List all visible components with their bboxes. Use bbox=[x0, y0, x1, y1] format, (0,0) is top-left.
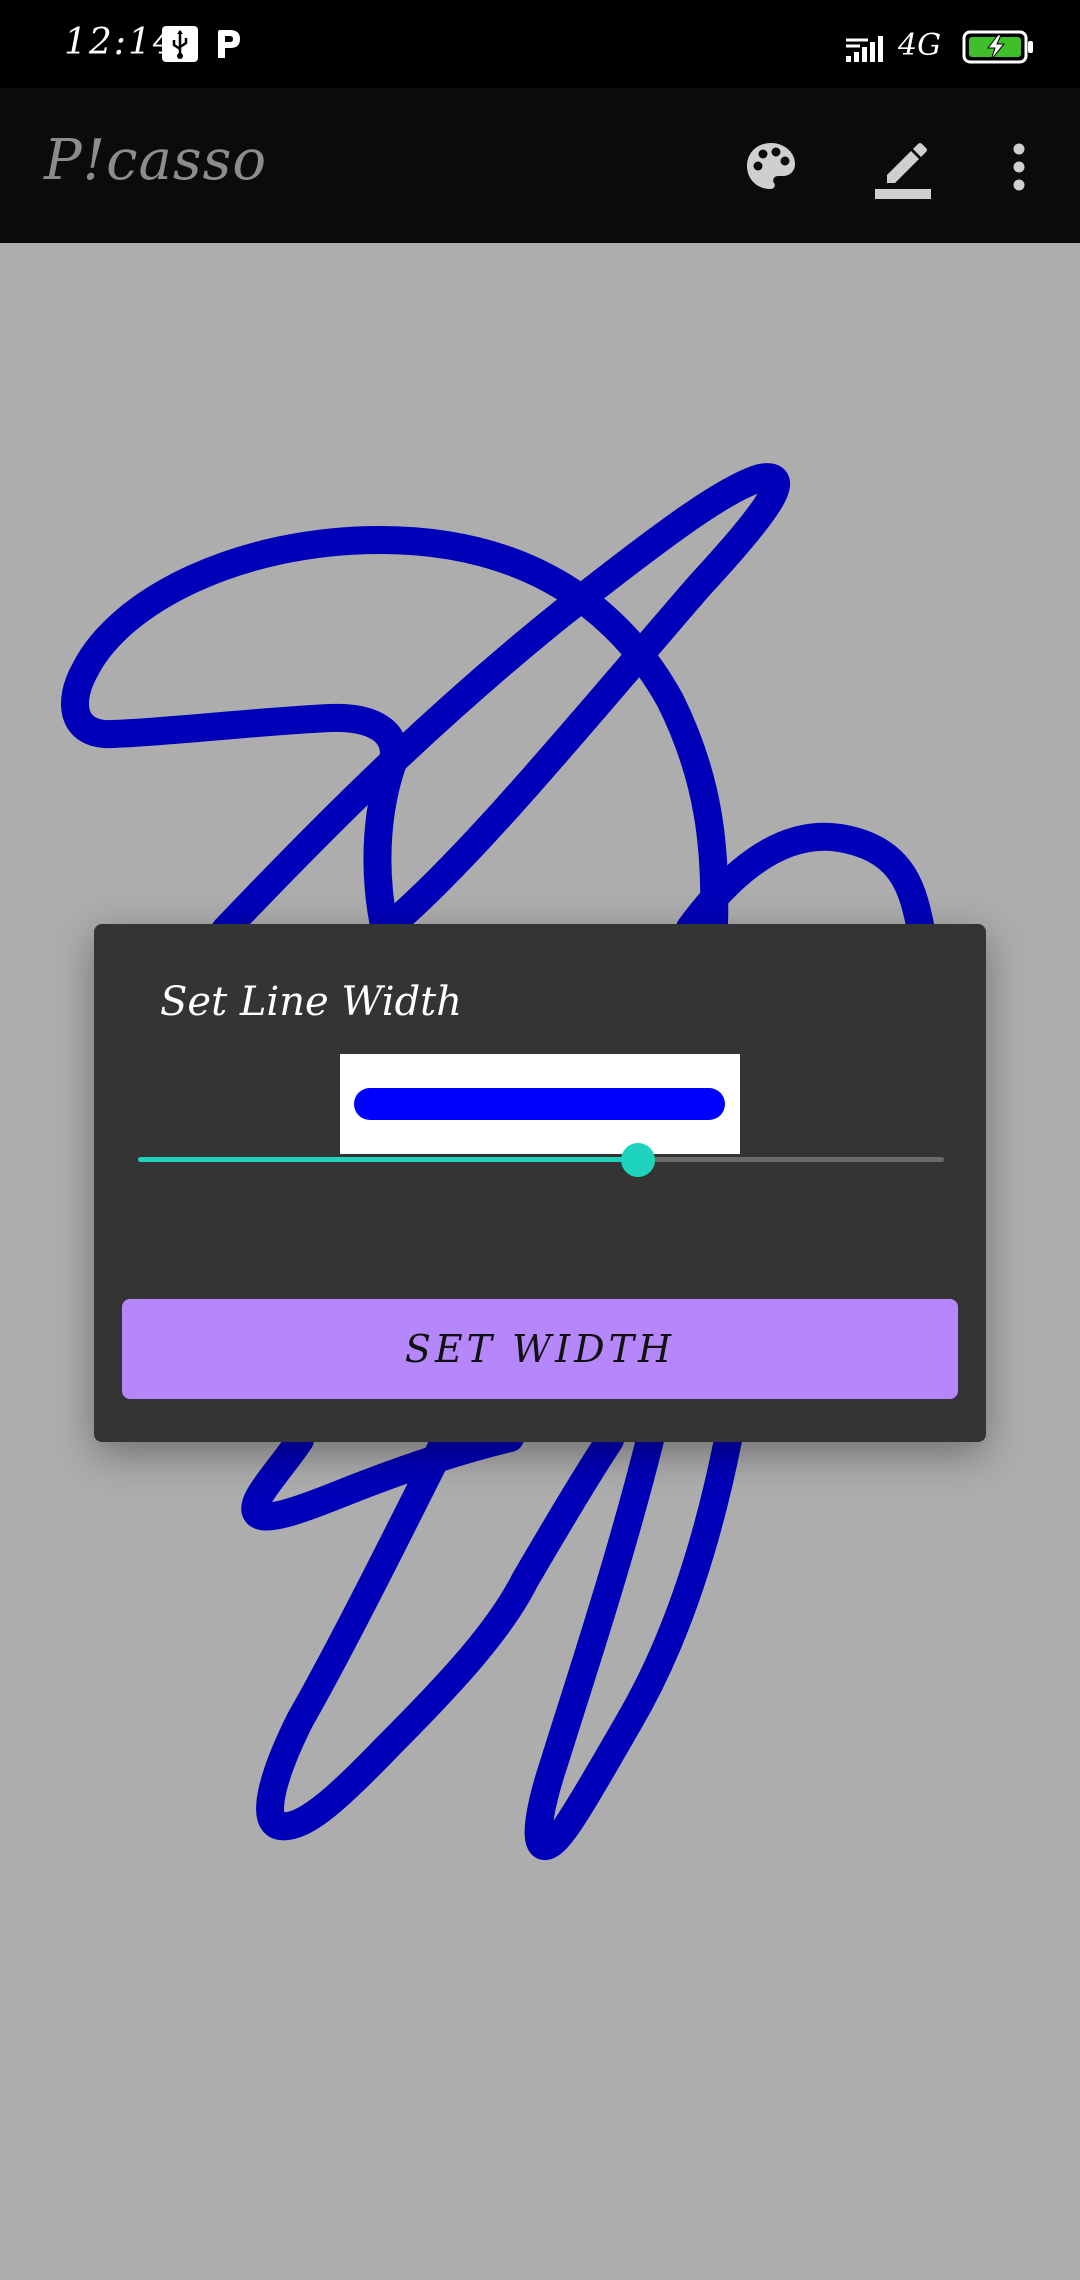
p-notification-icon bbox=[214, 26, 244, 66]
battery-charging-icon bbox=[962, 30, 1034, 68]
network-type: 4G bbox=[898, 28, 942, 63]
palette-icon[interactable] bbox=[736, 132, 806, 202]
line-width-dialog: Set Line Width SET WIDTH bbox=[94, 924, 986, 1442]
stroke-path bbox=[241, 1424, 524, 1531]
line-width-slider[interactable] bbox=[138, 1114, 944, 1210]
pen-width-icon[interactable] bbox=[868, 132, 938, 202]
app-title: P!casso bbox=[44, 128, 268, 193]
dialog-title: Set Line Width bbox=[160, 979, 463, 1025]
set-width-button[interactable]: SET WIDTH bbox=[122, 1299, 958, 1399]
screen: 12:14 4G P!casso Set Line Width SET WIDT… bbox=[0, 0, 1080, 2280]
usb-icon bbox=[162, 26, 198, 66]
status-time: 12:14 bbox=[64, 22, 178, 63]
status-bar: 12:14 4G bbox=[0, 0, 1080, 88]
slider-fill bbox=[138, 1157, 638, 1162]
signal-icon bbox=[846, 34, 890, 68]
app-bar: P!casso bbox=[0, 88, 1080, 243]
more-vert-icon[interactable] bbox=[984, 132, 1054, 202]
stroke-path bbox=[61, 526, 729, 944]
slider-thumb[interactable] bbox=[620, 1143, 655, 1177]
